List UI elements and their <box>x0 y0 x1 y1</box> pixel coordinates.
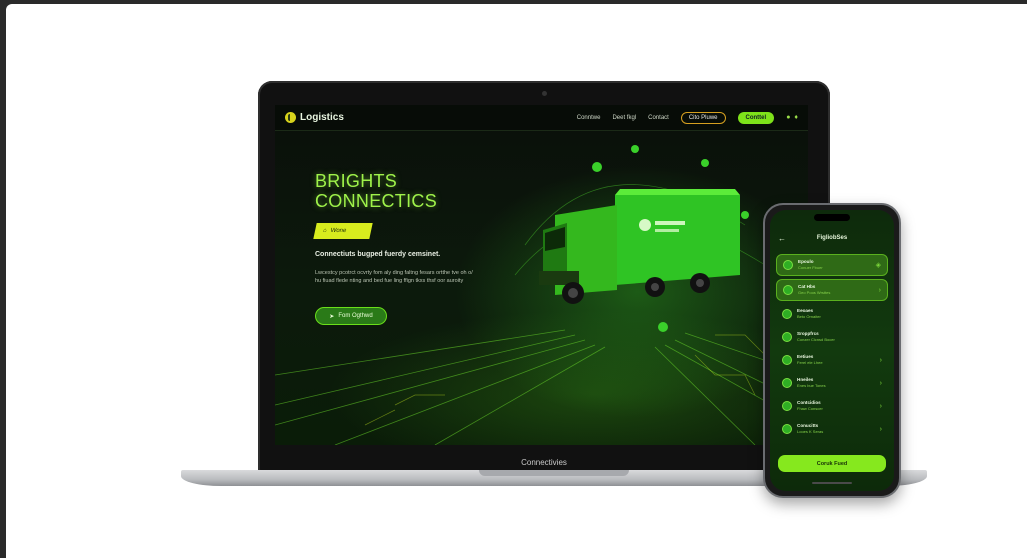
phone-list: Epoulo Conuer Fbuer ◈ Cat Hbs Geo Poos Wrs… <box>776 254 888 442</box>
list-item[interactable]: Hneiles Enes bue Tones › <box>776 373 888 393</box>
chevron-right-icon: › <box>879 402 882 410</box>
hero-badge[interactable]: ⌂ Wone <box>313 223 373 239</box>
hero-title-line1: BRIGHTS <box>315 171 398 191</box>
item-icon <box>782 355 792 365</box>
hero-subtitle: Connectiuts bugped fuerdy cemsinet. <box>315 251 441 258</box>
laptop-screen: Logistics Conntwe Deet fkgl Contact Cito… <box>275 105 808 445</box>
chevron-right-icon: › <box>878 286 881 294</box>
globe-icon[interactable]: ● <box>786 114 790 121</box>
item-icon <box>782 424 792 434</box>
nav-outline-button[interactable]: Cito Pluwe <box>680 111 726 124</box>
chevron-right-icon: › <box>879 379 882 387</box>
phone-home-indicator <box>812 482 852 484</box>
arrow-icon: ➤ <box>329 313 335 320</box>
phone-header: ← FigliobSes <box>770 230 894 246</box>
hero-body-text: Lwcestcy pcotrct ocvrty fom aly ding fal… <box>315 270 473 284</box>
item-subtitle: Beto Ornaiter <box>797 314 821 319</box>
phone-dynamic-island <box>814 214 850 221</box>
item-icon <box>783 260 793 270</box>
list-item[interactable]: Conucitts Looes K Seras › <box>776 419 888 439</box>
item-icon <box>782 309 792 319</box>
brand-name: Logistics <box>300 112 344 123</box>
chevron-right-icon: › <box>879 356 882 364</box>
item-subtitle: Geo Poos Wrsttes <box>798 290 831 295</box>
laptop: Logistics Conntwe Deet fkgl Contact Cito… <box>258 81 830 473</box>
shield-icon: ◈ <box>875 262 881 269</box>
item-icon <box>782 378 792 388</box>
product-mockup-stage: Logistics Conntwe Deet fkgl Contact Cito… <box>6 4 1027 558</box>
list-item[interactable]: Contcidios Fhaw Conscer › <box>776 396 888 416</box>
laptop-notch <box>479 470 629 476</box>
list-item[interactable]: Eetiues Ferel ele Lhee › <box>776 350 888 370</box>
hero-button-label: Fom Ogthwd <box>338 313 373 319</box>
truck-illustration <box>539 189 740 304</box>
chevron-right-icon: › <box>879 425 882 433</box>
phone-screen: ← FigliobSes Epoulo Conuer Fbuer ◈ Cat Hb… <box>770 210 894 491</box>
user-icon[interactable]: ♦ <box>794 114 798 121</box>
laptop-camera <box>542 91 547 96</box>
item-subtitle: Looes K Seras <box>797 429 824 434</box>
item-subtitle: Conzer Clcnsd Bocer <box>797 337 835 342</box>
list-item[interactable]: Eeoaes Beto Ornaiter <box>776 304 888 324</box>
phone-title: FigliobSes <box>816 235 848 241</box>
nav-icons: ● ♦ <box>786 114 798 121</box>
list-item[interactable]: Epoulo Conuer Fbuer ◈ <box>776 254 888 276</box>
nav-link-1[interactable]: Conntwe <box>577 115 601 121</box>
hero-badge-label: Wone <box>329 228 347 234</box>
item-subtitle: Conuer Fbuer <box>798 265 823 270</box>
item-subtitle: Enes bue Tones <box>797 383 826 388</box>
site-navbar: Logistics Conntwe Deet fkgl Contact Cito… <box>275 105 808 131</box>
item-icon <box>783 285 793 295</box>
nav-link-contact[interactable]: Contact <box>648 115 669 121</box>
hero-title: BRIGHTS CONNECTICS <box>315 171 437 211</box>
phone: ← FigliobSes Epoulo Conuer Fbuer ◈ Cat Hb… <box>763 203 901 498</box>
nav-links: Conntwe Deet fkgl Contact Cito Pluwe Con… <box>577 111 798 124</box>
nav-link-2[interactable]: Deet fkgl <box>612 115 636 121</box>
laptop-base-label: Connectivies <box>521 458 567 467</box>
phone-cta-button[interactable]: Coruk Fued <box>778 455 886 472</box>
item-subtitle: Fhaw Conscer <box>797 406 823 411</box>
back-arrow-icon[interactable]: ← <box>778 234 786 243</box>
list-item[interactable]: Cat Hbs Geo Poos Wrsttes › <box>776 279 888 301</box>
list-item[interactable]: Sroppfrcs Conzer Clcnsd Bocer <box>776 327 888 347</box>
item-subtitle: Ferel ele Lhee <box>797 360 823 365</box>
logo-icon <box>285 112 296 123</box>
brand[interactable]: Logistics <box>285 112 344 123</box>
nav-cta-button[interactable]: Conttel <box>737 111 775 124</box>
item-icon <box>782 332 792 342</box>
hero-title-line2: CONNECTICS <box>315 191 438 211</box>
home-icon: ⌂ <box>322 228 328 234</box>
hero-button[interactable]: ➤ Fom Ogthwd <box>315 307 387 325</box>
item-icon <box>782 401 792 411</box>
